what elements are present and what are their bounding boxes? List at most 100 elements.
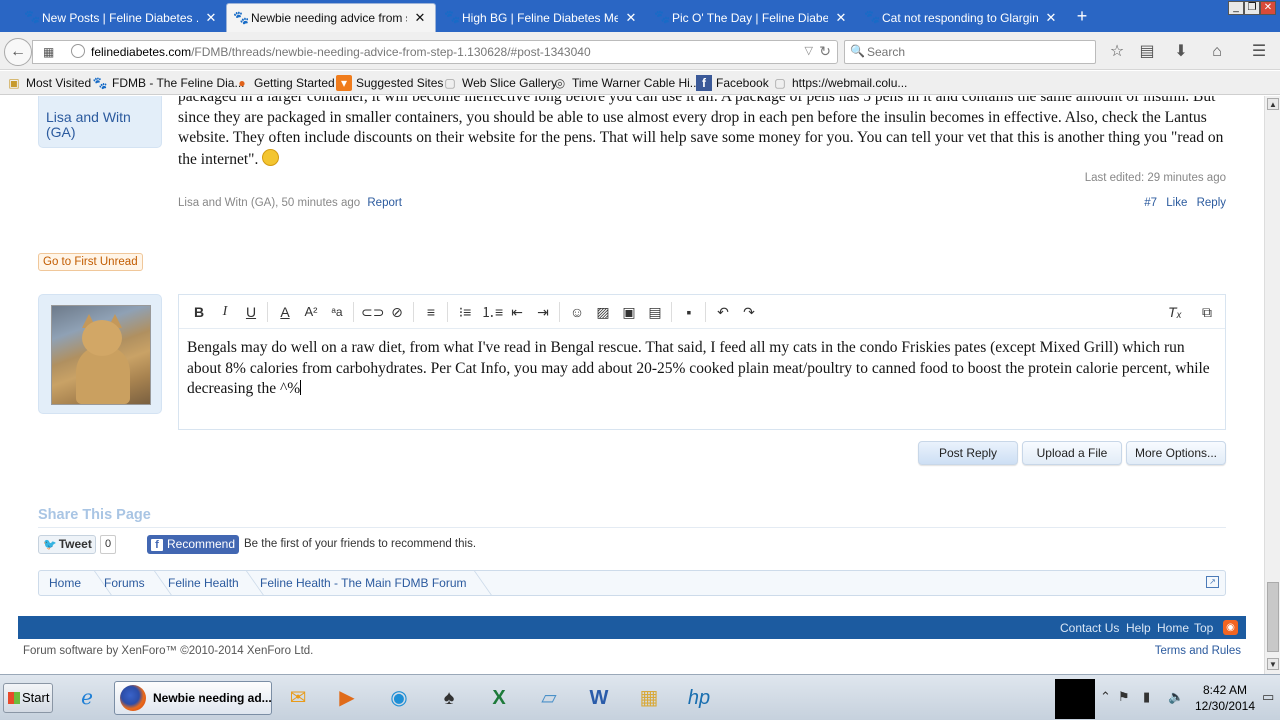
start-button[interactable]: Start: [3, 683, 53, 713]
report-link[interactable]: Report: [367, 197, 402, 209]
toggle-bbcode-icon[interactable]: ⧉: [1197, 303, 1217, 321]
unlink-icon[interactable]: ⊘: [387, 303, 407, 321]
image-icon[interactable]: ▨: [593, 303, 613, 321]
media-icon[interactable]: ▣: [619, 303, 639, 321]
download-icon[interactable]: ⬇: [1170, 41, 1192, 63]
post-author-date[interactable]: Lisa and Witn (GA), 50 minutes ago: [178, 197, 360, 209]
bookmark-fdmb[interactable]: 🐾 FDMB - The Feline Dia...: [92, 75, 245, 91]
undo-icon[interactable]: ↶: [713, 303, 733, 321]
action-center-icon[interactable]: ⚑: [1118, 689, 1130, 705]
outlook-icon[interactable]: ✉: [281, 681, 315, 715]
show-desktop-icon[interactable]: ▭: [1262, 689, 1274, 705]
reply-editor[interactable]: B I U A A² ᵃa ⊂⊃ ⊘ ≡ ⁝≡ ⒈≡ ⇤ ⇥ ☺ ▨ ▣ ▤ ▪…: [178, 294, 1226, 430]
grid-icon[interactable]: ▦: [43, 45, 54, 59]
rss-icon[interactable]: ◉: [1223, 620, 1238, 635]
post-number-link[interactable]: #7: [1144, 197, 1157, 209]
bookmark-webmail[interactable]: ▢ https://webmail.colu...: [772, 75, 907, 91]
tab-new-posts[interactable]: 🐾 New Posts | Feline Diabetes ... ✕: [18, 3, 226, 32]
bookmark-most-visited[interactable]: ▣ Most Visited: [6, 75, 91, 91]
post-username[interactable]: Lisa and Witn (GA): [46, 110, 156, 140]
url-text[interactable]: felinediabetes.com/FDMB/threads/newbie-n…: [91, 45, 591, 59]
font-family-icon[interactable]: ᵃa: [327, 303, 347, 321]
underline-icon[interactable]: U: [241, 303, 261, 321]
more-options-button[interactable]: More Options...: [1126, 441, 1226, 465]
avatar[interactable]: [51, 305, 151, 405]
file-explorer-icon[interactable]: ▦: [632, 681, 666, 715]
scrollbar-thumb[interactable]: [1267, 582, 1279, 652]
home-link[interactable]: Home: [1157, 621, 1189, 635]
taskbar-firefox-window[interactable]: Newbie needing ad...: [114, 681, 272, 715]
reply-link[interactable]: Reply: [1197, 197, 1226, 209]
home-icon[interactable]: ⌂: [1206, 41, 1228, 63]
close-icon[interactable]: ✕: [624, 10, 638, 26]
close-icon[interactable]: ✕: [834, 10, 848, 26]
clock-date[interactable]: 12/30/2014: [1192, 699, 1258, 713]
search-input[interactable]: [867, 43, 1087, 61]
star-bookmark-icon[interactable]: ☆: [1106, 41, 1128, 63]
scroll-up-icon[interactable]: ▲: [1267, 98, 1279, 110]
facebook-recommend-button[interactable]: f Recommend: [147, 535, 239, 554]
address-bar[interactable]: ▦ felinediabetes.com/FDMB/threads/newbie…: [32, 40, 838, 64]
bookmark-getting-started[interactable]: ● Getting Started: [234, 75, 334, 91]
chevron-up-icon[interactable]: ⌃: [1100, 689, 1111, 705]
network-icon[interactable]: ▮: [1143, 689, 1150, 705]
redo-icon[interactable]: ↷: [739, 303, 759, 321]
close-icon[interactable]: ✕: [413, 10, 427, 26]
skype-icon[interactable]: ◉: [382, 681, 416, 715]
tweet-button[interactable]: 🐦 Tweet: [38, 535, 96, 554]
link-icon[interactable]: ⊂⊃: [361, 303, 384, 321]
indent-icon[interactable]: ⇥: [533, 303, 553, 321]
tab-newbie-needing-advice[interactable]: 🐾 Newbie needing advice from s... ✕: [226, 3, 436, 32]
notes-icon[interactable]: ▱: [532, 681, 566, 715]
smilie-icon[interactable]: ☺: [567, 303, 587, 321]
terms-link[interactable]: Terms and Rules: [1155, 645, 1241, 657]
tab-high-bg[interactable]: 🐾 High BG | Feline Diabetes Mes... ✕: [438, 3, 646, 32]
breadcrumb-main-forum[interactable]: Feline Health - The Main FDMB Forum: [260, 571, 467, 595]
contact-us-link[interactable]: Contact Us: [1060, 621, 1119, 635]
italic-icon[interactable]: I: [215, 303, 235, 321]
remove-format-icon[interactable]: Tₓ: [1165, 303, 1185, 321]
word-icon[interactable]: W: [582, 681, 616, 715]
back-arrow-icon[interactable]: ←: [4, 38, 32, 66]
scroll-down-icon[interactable]: ▼: [1267, 658, 1279, 670]
solitaire-icon[interactable]: ♠: [432, 681, 466, 715]
bullet-list-icon[interactable]: ⁝≡: [455, 303, 475, 321]
menu-icon[interactable]: ☰: [1248, 41, 1270, 63]
editor-content[interactable]: Bengals may do well on a raw diet, from …: [187, 338, 1217, 400]
maximize-button[interactable]: ❐: [1244, 1, 1260, 15]
breadcrumb-home[interactable]: Home: [49, 571, 81, 595]
close-icon[interactable]: ✕: [204, 10, 218, 26]
page-scrollbar[interactable]: ▲ ▼: [1264, 96, 1280, 674]
go-to-first-unread-button[interactable]: Go to First Unread: [38, 253, 143, 271]
breadcrumb-forums[interactable]: Forums: [104, 571, 145, 595]
search-box[interactable]: 🔍: [844, 40, 1096, 64]
jump-to-icon[interactable]: ↗: [1206, 576, 1219, 588]
hp-icon[interactable]: hp: [682, 681, 716, 715]
font-size-icon[interactable]: A²: [301, 303, 321, 321]
font-color-icon[interactable]: A: [275, 303, 295, 321]
reload-icon[interactable]: ↻: [819, 43, 831, 60]
bookmark-facebook[interactable]: f Facebook: [696, 75, 769, 91]
like-link[interactable]: Like: [1166, 197, 1187, 209]
save-draft-icon[interactable]: ▪: [679, 303, 699, 321]
tab-cat-not-responding[interactable]: 🐾 Cat not responding to Glargin... ✕: [858, 3, 1066, 32]
align-icon[interactable]: ≡: [421, 303, 441, 321]
quote-icon[interactable]: ▤: [645, 303, 665, 321]
outdent-icon[interactable]: ⇤: [507, 303, 527, 321]
reading-list-icon[interactable]: ▤: [1136, 41, 1158, 63]
window-close-button[interactable]: ✕: [1260, 1, 1276, 15]
close-icon[interactable]: ✕: [1044, 10, 1058, 26]
top-link[interactable]: Top: [1194, 621, 1213, 635]
help-link[interactable]: Help: [1126, 621, 1151, 635]
number-list-icon[interactable]: ⒈≡: [481, 303, 503, 321]
upload-file-button[interactable]: Upload a File: [1022, 441, 1122, 465]
globe-icon[interactable]: [71, 44, 85, 58]
media-player-icon[interactable]: ▶: [330, 681, 364, 715]
minimize-button[interactable]: _: [1228, 1, 1244, 15]
bold-icon[interactable]: B: [189, 303, 209, 321]
tab-pic-of-the-day[interactable]: 🐾 Pic O' The Day | Feline Diabet... ✕: [648, 3, 856, 32]
volume-icon[interactable]: 🔈: [1168, 689, 1184, 705]
bookmark-time-warner[interactable]: ◎ Time Warner Cable Hi...: [552, 75, 700, 91]
bookmark-suggested-sites[interactable]: ▾ Suggested Sites: [336, 75, 443, 91]
post-reply-button[interactable]: Post Reply: [918, 441, 1018, 465]
